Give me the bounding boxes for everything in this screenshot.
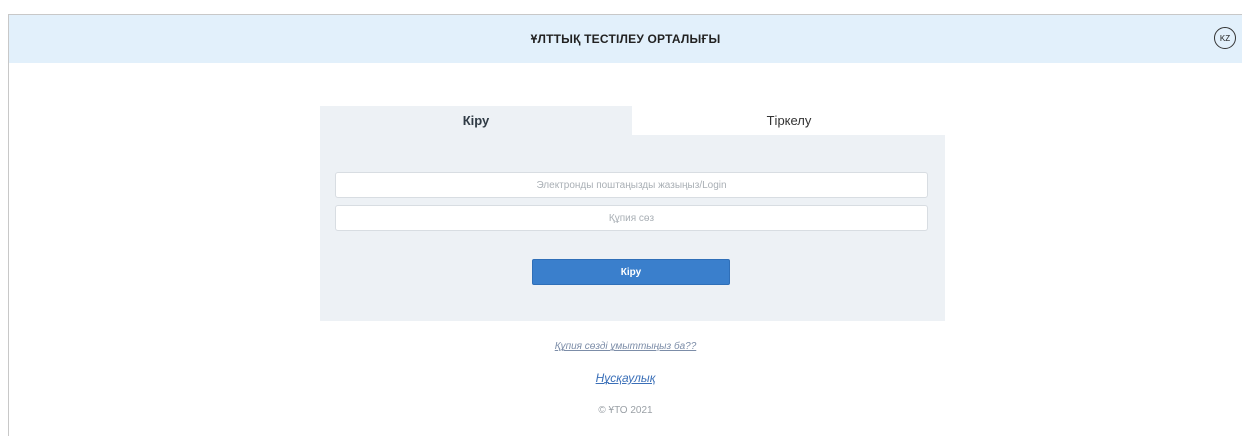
login-button[interactable]: Кіру (532, 259, 730, 285)
tab-register[interactable]: Тіркелу (633, 106, 945, 135)
header-bar: ҰЛТТЫҚ ТЕСТІЛЕУ ОРТАЛЫҒЫ KZ (9, 15, 1242, 63)
page-frame: ҰЛТТЫҚ ТЕСТІЛЕУ ОРТАЛЫҒЫ KZ Кіру Тіркелу… (8, 14, 1242, 436)
tab-register-label: Тіркелу (766, 113, 812, 128)
guide-link[interactable]: Нұсқаулық (596, 371, 656, 385)
forgot-password-row: Құпия сөзді ұмыттыңыз ба?? (9, 341, 1242, 352)
password-input[interactable] (335, 205, 928, 231)
auth-tabs: Кіру Тіркелу (320, 106, 945, 135)
page-title: ҰЛТТЫҚ ТЕСТІЛЕУ ОРТАЛЫҒЫ (530, 32, 721, 46)
language-label: KZ (1219, 33, 1231, 43)
email-input[interactable] (335, 172, 928, 198)
login-form-panel: Кіру (320, 135, 945, 321)
tab-login-label: Кіру (462, 113, 490, 128)
tab-login[interactable]: Кіру (320, 106, 632, 135)
copyright-text: © ҰТО 2021 (598, 405, 653, 416)
language-switch-button[interactable]: KZ (1214, 27, 1236, 49)
guide-row: Нұсқаулық (9, 371, 1242, 385)
forgot-password-link[interactable]: Құпия сөзді ұмыттыңыз ба?? (555, 341, 697, 352)
